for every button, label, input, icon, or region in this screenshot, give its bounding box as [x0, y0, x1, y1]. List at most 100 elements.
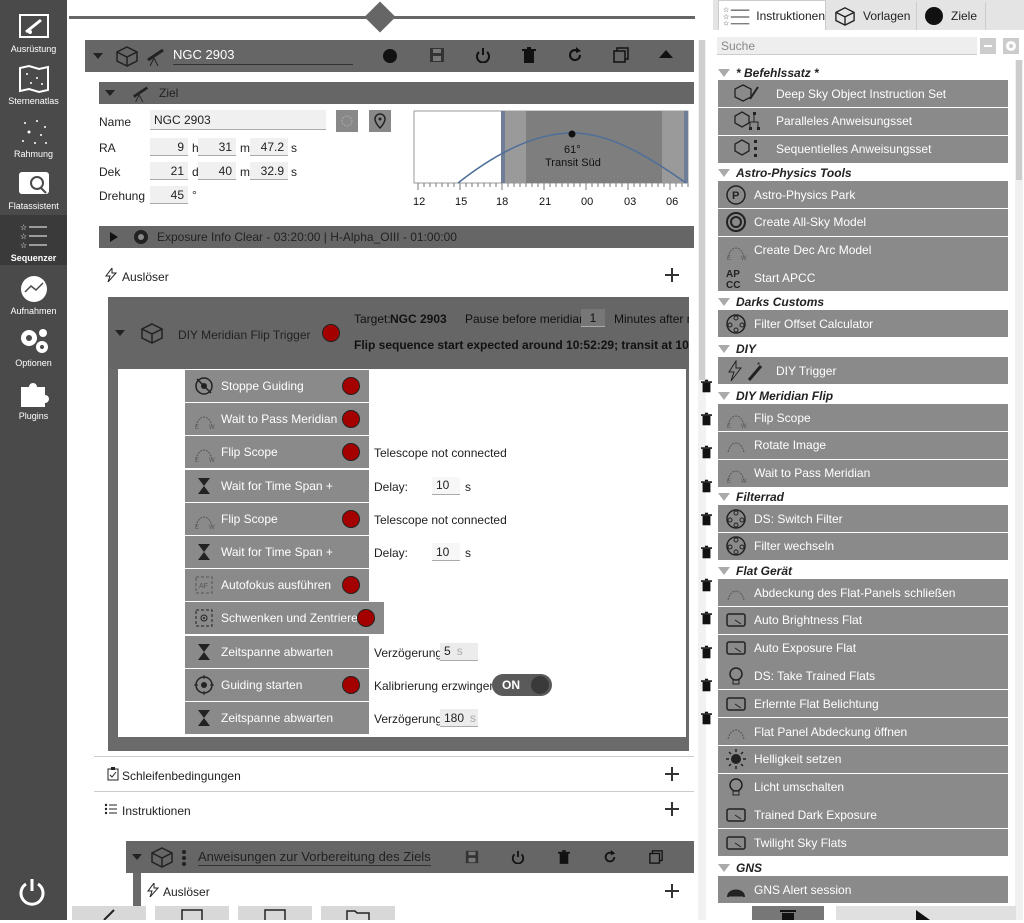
force-calibration-toggle[interactable]: ON [492, 673, 552, 696]
instruction-item[interactable]: Create All-Sky Model [718, 208, 1008, 236]
instruction-item[interactable]: * DIY Trigger [718, 357, 1008, 384]
step-param-input[interactable]: 10 [432, 543, 460, 561]
trash-icon[interactable] [701, 711, 712, 725]
ra-seconds-input[interactable]: 47.2 [250, 138, 288, 156]
add-prep-trigger-button[interactable] [665, 884, 679, 898]
dec-degrees-input[interactable]: 21 [150, 162, 188, 180]
splitter-handle[interactable] [364, 1, 396, 33]
nav-plugins[interactable]: Plugins [0, 373, 67, 423]
ra-hours-input[interactable]: 9 [150, 138, 188, 156]
instruction-item[interactable]: Auto Exposure Flat [718, 634, 1008, 662]
power-icon[interactable] [17, 876, 47, 908]
nav-framing[interactable]: Rahmung [0, 111, 67, 161]
copy-icon[interactable] [613, 47, 629, 63]
nav-flat-wizard[interactable]: Flatassistent [0, 163, 67, 213]
step-param-input[interactable]: 10 [432, 476, 460, 495]
collapse-arrow-icon[interactable] [105, 88, 117, 98]
instruction-item[interactable]: DS: Take Trained Flats [718, 662, 1008, 690]
category-header[interactable]: DIY Meridian Flip [718, 387, 1008, 405]
tab-templates[interactable]: Vorlagen [828, 2, 914, 30]
category-header[interactable]: Flat Gerät [718, 562, 1008, 580]
instruction-item[interactable]: Erlernte Flat Belichtung [718, 690, 1008, 718]
instruction-item[interactable]: Filter Offset Calculator [718, 310, 1008, 337]
trash-icon[interactable] [701, 611, 712, 625]
instruction-item[interactable]: P Astro-Physics Park [718, 181, 1008, 208]
nav-sequencer[interactable]: ☆ ☆ ☆ Sequenzer [0, 215, 67, 265]
target-name-input[interactable]: NGC 2903 [150, 110, 326, 130]
ra-minutes-input[interactable]: 31 [198, 138, 236, 156]
instruction-item[interactable]: DS: Switch Filter [718, 505, 1008, 532]
panel-scrollbar[interactable] [1015, 60, 1023, 920]
save-icon[interactable] [465, 850, 479, 864]
instruction-item[interactable]: Rotate Image [718, 431, 1008, 459]
collapse-up-icon[interactable] [659, 49, 673, 59]
add-condition-button[interactable] [665, 767, 679, 781]
exposure-info-header[interactable]: Exposure Info Clear - 03:20:00 | H-Alpha… [99, 226, 694, 248]
trash-icon[interactable] [701, 379, 712, 393]
trash-icon[interactable] [701, 512, 712, 526]
container-title[interactable]: NGC 2903 [173, 47, 353, 65]
instruction-item[interactable]: Abdeckung des Flat-Panels schließen [718, 579, 1008, 606]
nav-skyatlas[interactable]: Sternenatlas [0, 58, 67, 108]
delete-sequence-button[interactable] [752, 906, 824, 920]
trash-icon[interactable] [701, 479, 712, 493]
tab-targets[interactable]: Ziele [916, 2, 986, 30]
instruction-item[interactable]: Filter wechseln [718, 532, 1008, 560]
step-row[interactable]: Zeitspanne abwarten [185, 635, 369, 668]
settings-button[interactable] [1003, 38, 1019, 54]
trash-icon[interactable] [522, 47, 536, 63]
instruction-item[interactable]: GNS Alert session [718, 876, 1008, 903]
trash-icon[interactable] [701, 645, 712, 659]
instruction-item[interactable]: Paralleles Anweisungsset [718, 107, 1008, 135]
instruction-item[interactable]: Auto Brightness Flat [718, 606, 1008, 634]
trash-icon[interactable] [558, 850, 570, 864]
target-section-header[interactable]: Ziel [99, 82, 694, 104]
step-row[interactable]: Schwenken und Zentrieren [185, 602, 384, 635]
instruction-item[interactable]: E W Flip Scope [718, 404, 1008, 431]
save-icon[interactable] [429, 47, 445, 63]
instruction-item[interactable]: AP CC Start APCC [718, 264, 1008, 292]
dec-minutes-input[interactable]: 40 [198, 162, 236, 180]
collapse-arrow-icon[interactable] [115, 328, 127, 338]
expand-arrow-icon[interactable] [109, 231, 119, 243]
category-header[interactable]: GNS [718, 859, 1008, 877]
save-as-button[interactable] [238, 906, 312, 920]
copy-icon[interactable] [649, 850, 663, 864]
instruction-item[interactable]: Sequentielles Anweisungsset [718, 135, 1008, 163]
trash-icon[interactable] [701, 445, 712, 459]
step-row[interactable]: Zeitspanne abwarten [185, 702, 369, 734]
instruction-item[interactable]: Deep Sky Object Instruction Set [718, 80, 1008, 107]
trash-icon[interactable] [701, 545, 712, 559]
step-param-input[interactable]: 180 s [440, 709, 478, 727]
instruction-item[interactable]: Twilight Sky Flats [718, 829, 1008, 857]
nav-options[interactable]: Optionen [0, 320, 67, 370]
instruction-item[interactable]: Helligkeit setzen [718, 745, 1008, 773]
reset-icon[interactable] [603, 850, 617, 864]
drag-handle-icon[interactable] [182, 850, 186, 866]
add-trigger-button[interactable] [665, 268, 679, 282]
power-toggle-icon[interactable] [475, 47, 491, 63]
nav-imaging[interactable]: Aufnahmen [0, 268, 67, 318]
trash-icon[interactable] [701, 578, 712, 592]
category-header[interactable]: DIY [718, 340, 1008, 358]
category-header[interactable]: Filterrad [718, 488, 1008, 506]
instruction-item[interactable]: E W Wait to Pass Meridian [718, 459, 1008, 487]
open-button[interactable] [321, 906, 395, 920]
save-sequence-button[interactable] [155, 906, 229, 920]
reset-icon[interactable] [567, 47, 583, 63]
pause-input[interactable]: 1 [581, 309, 605, 327]
step-row[interactable]: Wait for Time Span + [185, 536, 369, 568]
category-header[interactable]: Astro-Physics Tools [718, 164, 1008, 182]
instruction-item[interactable]: E W Create Dec Arc Model [718, 236, 1008, 264]
collapse-arrow-icon[interactable] [93, 51, 105, 61]
nav-equipment[interactable]: Ausrüstung [0, 6, 67, 56]
category-header[interactable]: Darks Customs [718, 293, 1008, 311]
trash-icon[interactable] [701, 412, 712, 426]
instruction-item[interactable]: Licht umschalten [718, 773, 1008, 801]
rotation-input[interactable]: 45 [150, 186, 188, 204]
step-row[interactable]: Wait for Time Span + [185, 469, 369, 502]
record-icon[interactable] [383, 49, 397, 63]
search-object-button[interactable] [336, 110, 358, 132]
back-button[interactable] [72, 906, 146, 920]
dec-seconds-input[interactable]: 32.9 [250, 162, 288, 180]
